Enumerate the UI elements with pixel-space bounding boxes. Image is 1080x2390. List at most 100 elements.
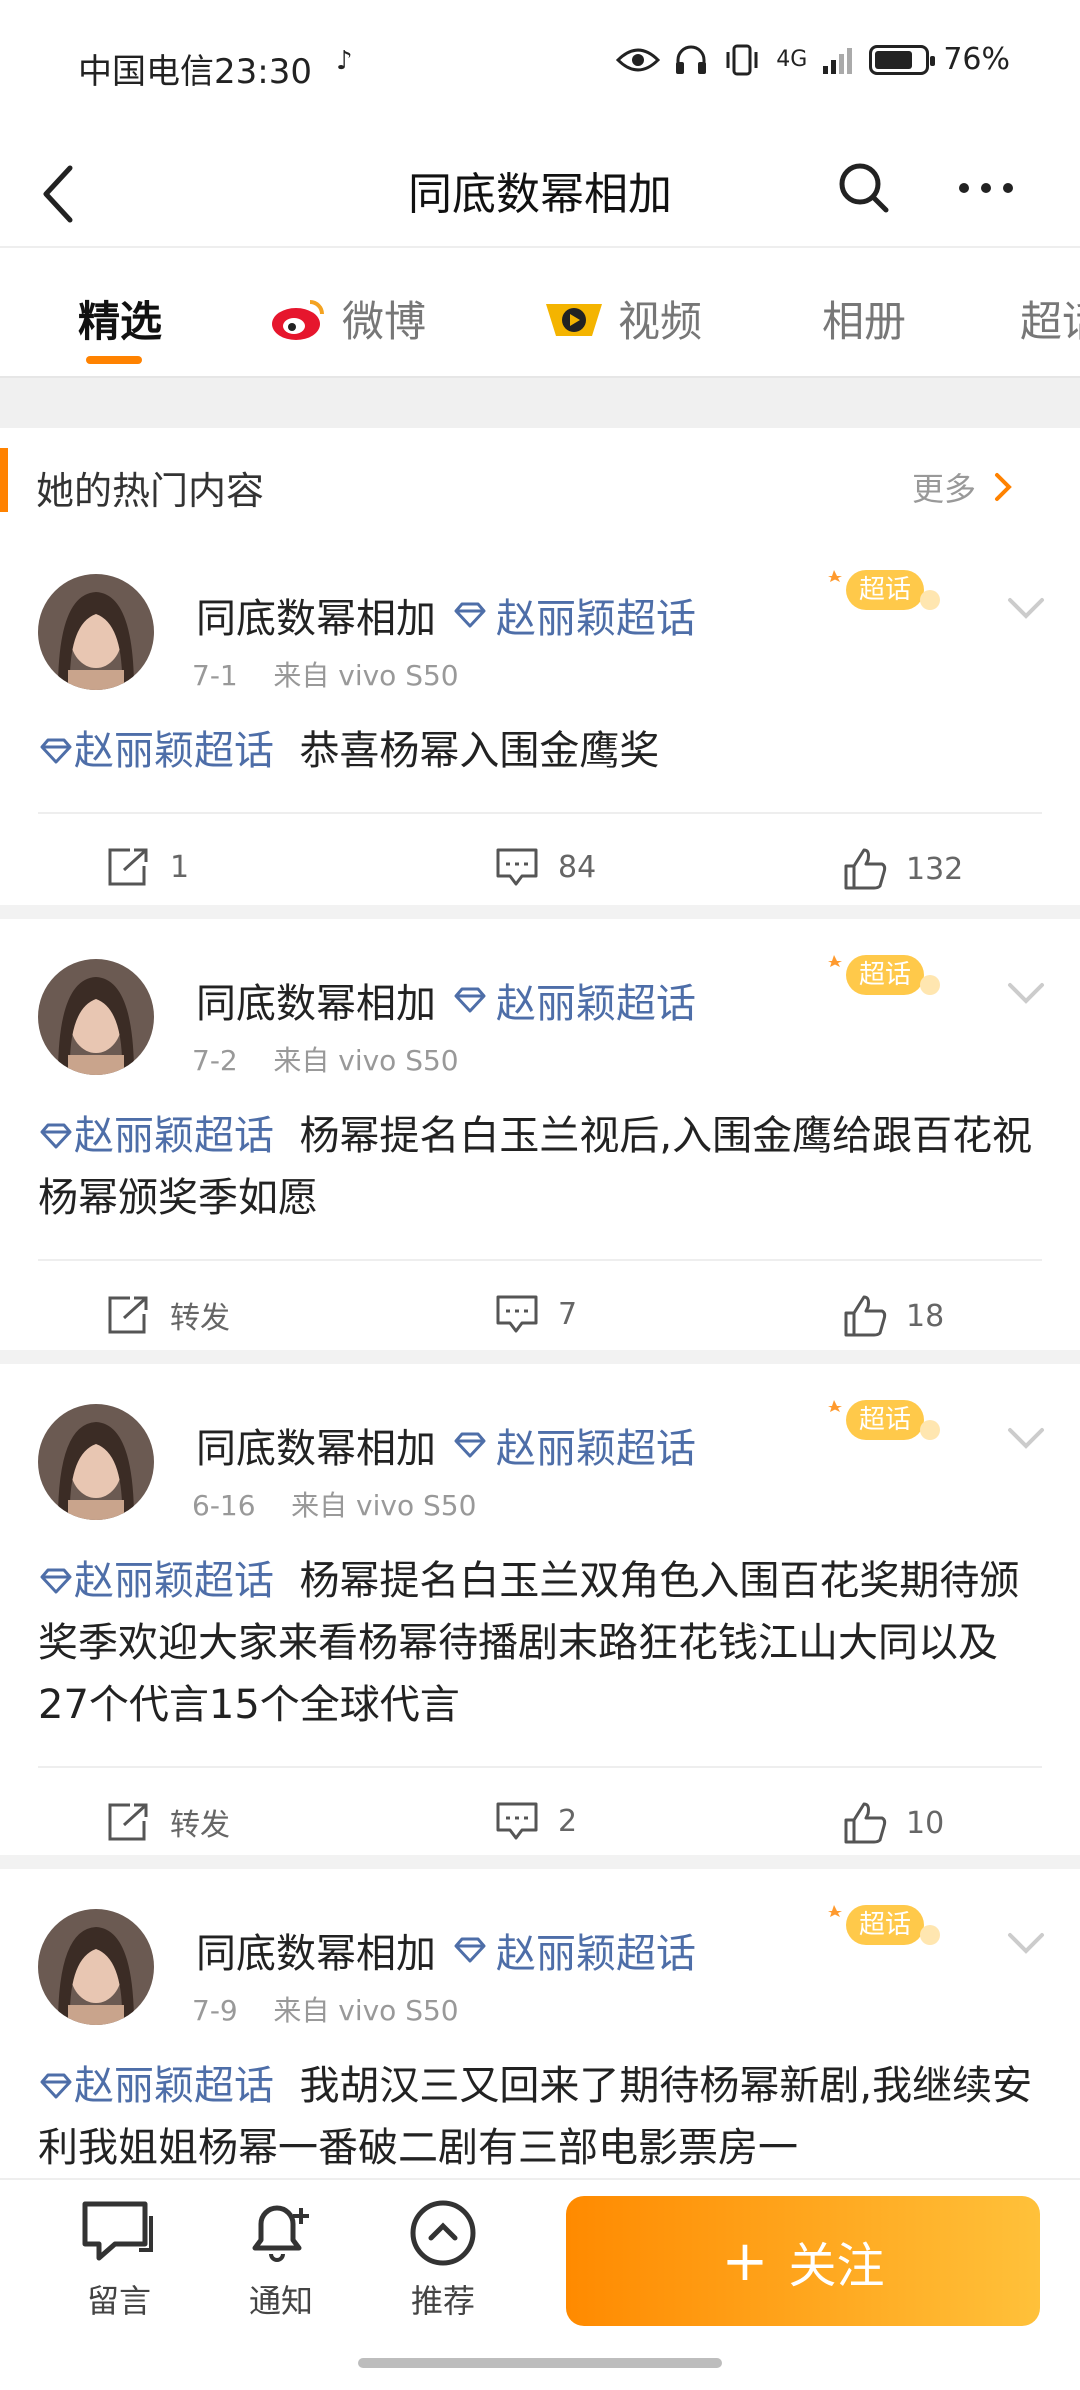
post-content[interactable]: 赵丽颖超话 我胡汉三又回来了期待杨幂新剧,我继续安利我姐姐杨幂一番破二剧有三部电… [38,2055,1048,2178]
post-content[interactable]: 赵丽颖超话 杨幂提名白玉兰双角色入围百花奖期待颁奖季欢迎大家来看杨幂待播剧末路狂… [38,1550,1048,1736]
home-indicator [358,2358,722,2368]
tab-label: 视频 [618,297,703,346]
chevron-down-icon[interactable] [1006,1426,1046,1450]
content-topic-link[interactable]: 赵丽颖超话 [38,728,274,774]
post-card[interactable]: 同底数幂相加 赵丽颖超话 7-2 来自 vivo S50 超话 赵丽颖超话 杨幂… [0,919,1080,1366]
super-topic-badge: 超话 [826,1390,946,1454]
topic-label: 赵丽颖超话 [74,728,274,774]
tab-album[interactable]: 相册 [822,288,906,349]
super-topic-link[interactable]: 赵丽颖超话 [452,1921,696,1979]
like-button[interactable]: 18 [842,1293,944,1339]
topic-label: 赵丽颖超话 [496,981,696,1027]
tab-label: 微博 [342,297,427,346]
avatar[interactable] [38,1909,154,2025]
recommend-label: 推荐 [410,2282,475,2320]
badge-label: 超话 [859,575,911,605]
post-author-row: 同底数幂相加 赵丽颖超话 [196,586,696,644]
author-name[interactable]: 同底数幂相加 [196,586,436,644]
message-button[interactable]: 留言 [64,2198,174,2322]
topic-label: 赵丽颖超话 [496,596,696,642]
comment-button[interactable]: 2 [494,1800,577,1842]
post-separator [0,1855,1080,1869]
chevron-up-circle-icon [410,2200,476,2266]
author-name[interactable]: 同底数幂相加 [196,1921,436,1979]
comment-icon [496,1295,538,1333]
status-right: 4G 76% [616,42,1010,77]
author-name[interactable]: 同底数幂相加 [196,1416,436,1474]
post-content[interactable]: 赵丽颖超话 杨幂提名白玉兰视后,入围金鹰给跟百花祝杨幂颁奖季如愿 [38,1105,1048,1229]
tab-label: 超话 [1020,297,1080,346]
content-topic-link[interactable]: 赵丽颖超话 [38,1558,274,1604]
battery-percent: 76% [943,42,1010,77]
thumbs-up-icon [844,848,887,890]
avatar[interactable] [38,1404,154,1520]
follow-label: 关注 [788,2238,885,2294]
content-topic-link[interactable]: 赵丽颖超话 [38,2063,274,2109]
diamond-icon [40,1568,72,1594]
chevron-down-icon[interactable] [1006,596,1046,620]
post-card[interactable]: 同底数幂相加 赵丽颖超话 7-1 来自 vivo S50 超话 赵丽颖超话 恭喜… [0,534,1080,921]
super-topic-link[interactable]: 赵丽颖超话 [452,1416,696,1474]
repost-button[interactable]: 转发 [106,1800,230,1844]
like-count: 18 [906,1298,945,1334]
message-icon [82,2201,153,2261]
tab-video[interactable]: 视频 [544,288,702,349]
post-source: 来自 vivo S50 [273,1044,459,1077]
thumbs-up-icon [844,1802,887,1844]
recommend-button[interactable]: 推荐 [388,2198,498,2322]
post-date: 7-2 [192,1044,238,1077]
author-name[interactable]: 同底数幂相加 [196,971,436,1029]
topic-label: 赵丽颖超话 [74,1558,274,1604]
super-topic-link[interactable]: 赵丽颖超话 [452,586,696,644]
notify-button[interactable]: 通知 [226,2198,336,2322]
like-button[interactable]: 10 [842,1800,944,1846]
post-source: 来自 vivo S50 [273,659,459,692]
diamond-icon [40,1123,72,1149]
comment-count: 7 [558,1296,578,1332]
tab-label: 相册 [822,297,907,346]
super-topic-link[interactable]: 赵丽颖超话 [452,971,696,1029]
tab-label: 精选 [78,297,163,346]
eye-icon [616,48,661,71]
post-content[interactable]: 赵丽颖超话 恭喜杨幂入围金鹰奖 [38,720,1048,782]
comment-icon [496,848,538,886]
avatar[interactable] [38,959,154,1075]
content-topic-link[interactable]: 赵丽颖超话 [38,1113,274,1159]
tiktok-icon: ♪ [336,46,353,76]
post-source: 来自 vivo S50 [291,1489,477,1522]
section-accent [0,448,8,512]
post-separator [0,905,1080,919]
post-author-row: 同底数幂相加 赵丽颖超话 [196,971,696,1029]
diamond-icon [454,1937,486,1963]
more-icon[interactable] [956,180,1016,196]
divider [38,812,1042,814]
post-meta: 7-2 来自 vivo S50 [192,1039,459,1079]
tab-weibo[interactable]: 微博 [270,288,426,349]
tab-featured[interactable]: 精选 [78,288,162,349]
comment-button[interactable]: 84 [494,846,596,888]
super-topic-badge: 超话 [826,560,946,624]
plus-icon: + [721,2228,769,2294]
repost-label: 转发 [170,1301,230,1336]
more-link[interactable]: 更多 [912,464,1012,510]
bottom-bar: 留言 通知 推荐 + 关注 [0,2178,1080,2390]
thumbs-up-icon [844,1295,887,1337]
bell-plus-icon [252,2205,309,2262]
comment-button[interactable]: 7 [494,1293,577,1335]
chevron-down-icon[interactable] [1006,981,1046,1005]
tab-super-topic[interactable]: 超话 [1020,288,1080,349]
follow-button[interactable]: + 关注 [566,2196,1040,2326]
avatar[interactable] [38,574,154,690]
post-card[interactable]: 同底数幂相加 赵丽颖超话 6-16 来自 vivo S50 超话 赵丽颖超话 杨… [0,1364,1080,1871]
divider [38,1259,1042,1261]
diamond-icon [40,738,72,764]
post-meta: 6-16 来自 vivo S50 [192,1484,476,1524]
repost-button[interactable]: 1 [106,846,189,888]
diamond-icon [454,987,486,1013]
post-card[interactable]: 同底数幂相加 赵丽颖超话 7-9 来自 vivo S50 超话 赵丽颖超话 我胡… [0,1869,1080,2180]
like-button[interactable]: 132 [842,846,963,892]
repost-button[interactable]: 转发 [106,1293,230,1337]
search-icon[interactable] [836,160,892,216]
chevron-down-icon[interactable] [1006,1931,1046,1955]
status-bar: 中国电信23:30 ♪ 4G 76% [0,0,1080,130]
